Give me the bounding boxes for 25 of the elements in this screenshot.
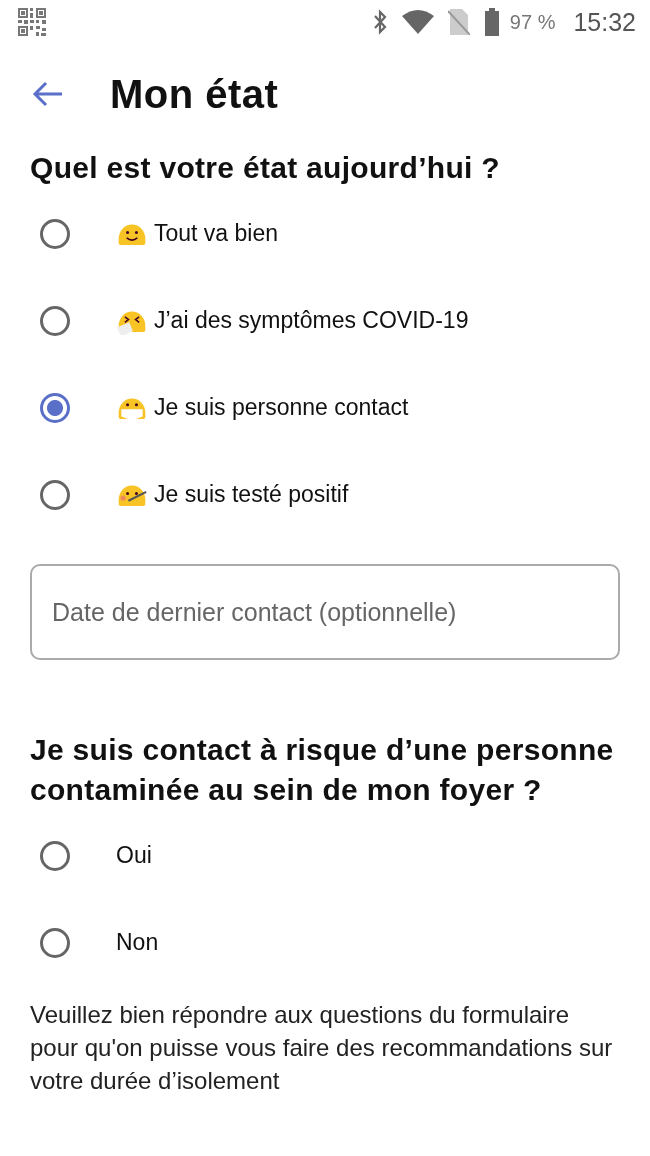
no-sim-icon — [447, 9, 470, 35]
radio-button[interactable] — [40, 840, 70, 871]
wifi-icon — [401, 10, 434, 34]
option-label: Tout va bien — [154, 220, 279, 247]
option-label: J’ai des symptômes COVID-19 — [154, 307, 469, 334]
question-title: Quel est votre état aujourd’hui ? — [30, 150, 501, 186]
radio-button[interactable] — [40, 218, 70, 249]
question-title: Je suis contact à risque d’une personne contaminée au sein de mon foyer ? — [30, 732, 615, 808]
battery-percentage: 97 % — [509, 10, 556, 34]
radio-button[interactable] — [40, 479, 70, 510]
option-label: Oui — [116, 842, 152, 869]
battery-icon — [483, 8, 500, 36]
radio-button[interactable] — [40, 927, 70, 958]
clock: 15:32 — [573, 7, 636, 37]
date-input-field[interactable]: Date de dernier contact (optionnelle) — [30, 564, 620, 660]
screen-title: Mon état — [110, 71, 279, 117]
option-label: Non — [116, 929, 159, 956]
qr-code-icon — [18, 8, 46, 36]
back-arrow-icon — [32, 81, 64, 107]
bluetooth-icon — [371, 9, 388, 35]
instructions-text: Veuillez bien répondre aux questions du formulaire pour qu'on puisse vous faire des recommandations sur votre durée d’isolement — [30, 1000, 614, 1096]
radio-button[interactable] — [40, 392, 70, 423]
option-label: Je suis testé positif — [154, 481, 349, 508]
radio-button[interactable] — [40, 305, 70, 336]
option-label: Je suis personne contact — [154, 394, 409, 421]
